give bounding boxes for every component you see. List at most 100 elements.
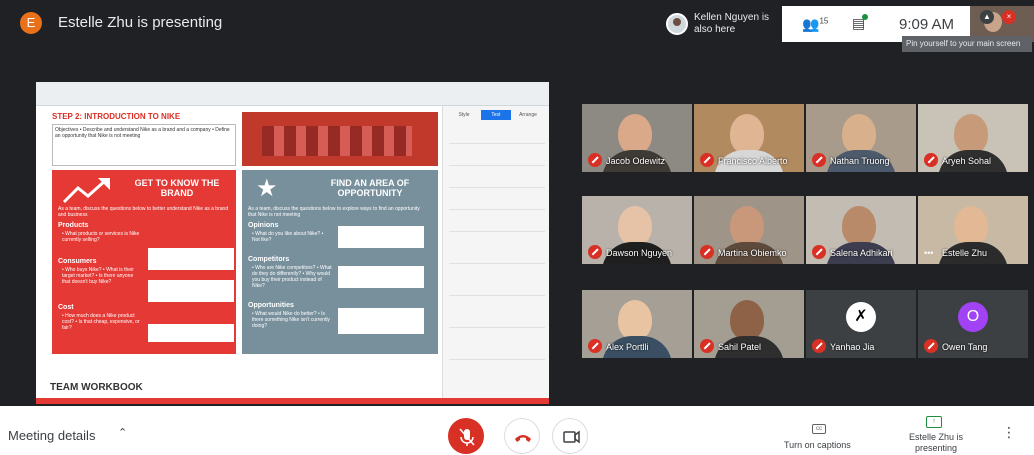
participant-name: Dawson Nguyen xyxy=(606,248,673,258)
participant-name: Estelle Zhu xyxy=(942,248,988,258)
microphone-toggle-button[interactable] xyxy=(448,418,484,454)
slide-objectives: Objectives • Describe and understand Nik… xyxy=(52,124,236,166)
opportunity-section-items: • What do you like about Nike? • Not lik… xyxy=(252,231,324,243)
mic-off-icon xyxy=(588,153,602,167)
participant-face xyxy=(842,114,876,154)
participant-name: Martina Obiemko xyxy=(718,248,787,258)
sidebar-tab: Style xyxy=(458,112,470,118)
mic-off-icon xyxy=(459,428,475,446)
people-icon: 👥 xyxy=(802,16,820,32)
mic-off-icon xyxy=(924,153,938,167)
participant-tile[interactable]: Francisco Alberto xyxy=(694,104,804,172)
participant-tile[interactable]: Dawson Nguyen xyxy=(582,196,692,264)
participant-tile[interactable]: Sahil Patel xyxy=(694,290,804,358)
mic-off-icon xyxy=(812,339,826,353)
opportunity-intro: As a team, discuss the questions below t… xyxy=(248,206,420,218)
participant-grid: Jacob Odewitz Francisco Alberto Nathan T… xyxy=(582,104,1030,384)
pin-icon[interactable]: ▲ xyxy=(980,10,994,24)
participant-tile[interactable]: Martina Obiemko xyxy=(694,196,804,264)
mic-off-icon xyxy=(588,339,602,353)
sidebar-row xyxy=(449,224,545,232)
participant-tile[interactable]: ✗ Yanhao Jia xyxy=(806,290,916,358)
participant-name: Sahil Patel xyxy=(718,342,762,352)
chevron-up-icon[interactable]: ⌃ xyxy=(118,426,127,439)
brand-section-items: • What products or services is Nike curr… xyxy=(62,231,140,243)
sidebar-row xyxy=(449,352,545,360)
also-here-text: Kellen Nguyen is also here xyxy=(694,12,770,35)
participant-tile[interactable]: Nathan Truong xyxy=(806,104,916,172)
participant-tile[interactable]: Jacob Odewitz xyxy=(582,104,692,172)
person-board-icon: ★ xyxy=(256,175,278,202)
opportunity-panel: ★ FIND AN AREA OF OPPORTUNITY As a team,… xyxy=(242,170,438,354)
participant-name: Owen Tang xyxy=(942,342,988,352)
pin-tooltip: Pin yourself to your main screen xyxy=(902,36,1032,52)
brand-intro: As a team, discuss the questions below t… xyxy=(58,206,229,218)
sidebar-row xyxy=(449,288,545,296)
participant-tile[interactable]: O Owen Tang xyxy=(918,290,1028,358)
sidebar-row xyxy=(449,158,545,166)
more-options-icon[interactable]: ••• xyxy=(924,248,933,258)
present-screen-icon[interactable]: ↑ xyxy=(926,416,942,428)
participant-avatar-initial: O xyxy=(958,302,988,332)
captions-button[interactable]: Turn on captions xyxy=(784,440,851,450)
answer-box xyxy=(338,226,424,248)
participant-name: Aryeh Sohal xyxy=(942,156,992,166)
opportunity-heading: FIND AN AREA OF OPPORTUNITY xyxy=(330,178,410,198)
clock: 9:09 AM xyxy=(899,16,955,33)
participant-tile[interactable]: Aryeh Sohal xyxy=(918,104,1028,172)
also-here-notice[interactable]: Kellen Nguyen is also here xyxy=(660,8,780,40)
participant-face xyxy=(954,206,988,246)
mic-off-icon xyxy=(924,339,938,353)
more-options-icon[interactable]: ⋮ xyxy=(1002,424,1016,441)
mic-off-icon xyxy=(700,153,714,167)
self-mic-off-icon[interactable]: × xyxy=(1002,10,1016,24)
shared-screen: STEP 2: INTRODUCTION TO NIKE Objectives … xyxy=(36,82,549,404)
leave-call-button[interactable] xyxy=(504,418,540,454)
people-count: 15 xyxy=(819,16,829,26)
participant-avatar-logo: ✗ xyxy=(846,302,876,332)
opportunity-section-title: Opportunities xyxy=(248,302,294,309)
opportunity-section-title: Competitors xyxy=(248,256,290,263)
sidebar-tab: Arrange xyxy=(519,112,537,118)
brand-section-title: Products xyxy=(58,222,89,229)
participant-tile[interactable]: Salena Adhikari xyxy=(806,196,916,264)
answer-box xyxy=(148,280,234,302)
slide-app-toolbar xyxy=(36,82,549,106)
participant-face xyxy=(730,114,764,154)
slide-format-sidebar: Style Text Arrange xyxy=(442,106,549,404)
hang-up-icon xyxy=(515,435,531,442)
answer-box xyxy=(148,248,234,270)
mic-off-icon xyxy=(588,245,602,259)
sidebar-row xyxy=(449,180,545,188)
participant-face xyxy=(618,114,652,154)
answer-box xyxy=(148,324,234,342)
brand-section-items: • Who buys Nike? • What is their target … xyxy=(62,267,134,285)
sidebar-row xyxy=(449,320,545,328)
team-workbook-label: TEAM WORKBOOK xyxy=(50,382,143,393)
camera-toggle-button[interactable] xyxy=(552,418,588,454)
slide-step-title: STEP 2: INTRODUCTION TO NIKE xyxy=(52,112,181,121)
participant-name: Alex Portlli xyxy=(606,342,649,352)
people-button[interactable]: 👥15 xyxy=(802,16,828,33)
captions-icon[interactable]: cc xyxy=(812,424,826,434)
sidebar-row xyxy=(449,202,545,210)
slide-page: STEP 2: INTRODUCTION TO NIKE Objectives … xyxy=(50,110,440,380)
bottom-bar: Meeting details ⌃ cc Turn on captions ↑ … xyxy=(0,406,1034,455)
presenting-button[interactable]: Estelle Zhu is presenting xyxy=(906,432,966,454)
opportunity-section-title: Opinions xyxy=(248,222,279,229)
brand-section-title: Cost xyxy=(58,304,74,311)
trend-arrow-icon xyxy=(62,178,110,204)
presenting-title: Estelle Zhu is presenting xyxy=(58,14,223,31)
slide-footer-bar xyxy=(36,398,549,404)
participant-face xyxy=(842,206,876,246)
brand-heading: GET TO KNOW THE BRAND xyxy=(134,178,220,198)
sidebar-row xyxy=(449,136,545,144)
kellen-avatar xyxy=(666,13,688,35)
participant-tile[interactable]: ••• Estelle Zhu xyxy=(918,196,1028,264)
meeting-details-button[interactable]: Meeting details xyxy=(8,428,95,443)
opportunity-section-items: • Who are Nike competitors? • What do th… xyxy=(252,265,332,289)
participant-tile[interactable]: Alex Portlli xyxy=(582,290,692,358)
participant-name: Salena Adhikari xyxy=(830,248,893,258)
top-bar: E Estelle Zhu is presenting Kellen Nguye… xyxy=(0,0,1034,52)
mic-off-icon xyxy=(700,245,714,259)
